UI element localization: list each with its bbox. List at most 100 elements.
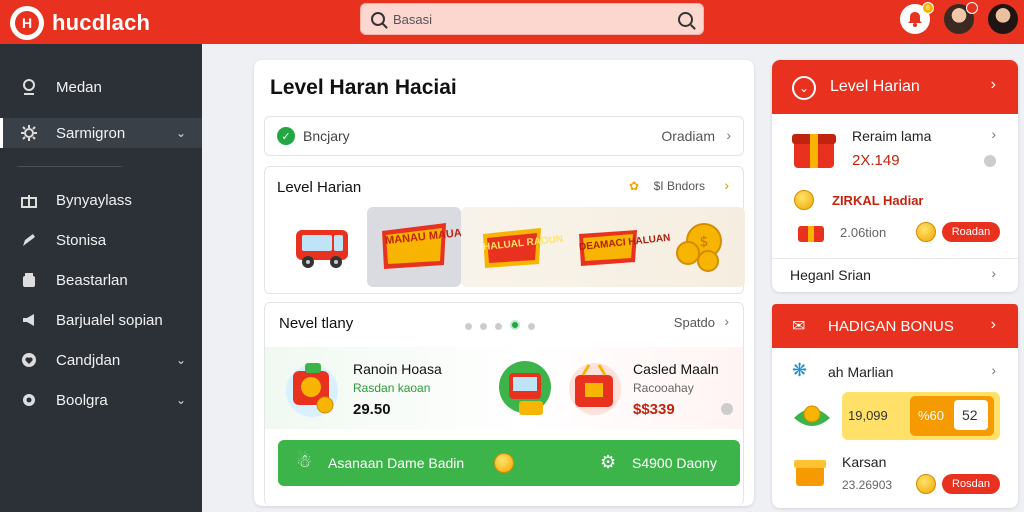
status-label: Bncjary — [303, 128, 350, 144]
chevron-right-icon: › — [724, 177, 729, 193]
sidebar-item-label: Medan — [56, 78, 102, 96]
promo-right-label: S4900 Daony — [632, 455, 717, 471]
shopping-bag-icon — [286, 363, 338, 417]
gear-icon — [20, 124, 38, 142]
info-icon[interactable] — [721, 403, 733, 415]
gift-box-icon[interactable] — [790, 126, 840, 177]
chevron-right-icon[interactable]: › — [991, 126, 996, 142]
chevron-right-icon: › — [724, 313, 729, 329]
avatar[interactable] — [944, 2, 978, 34]
sidebar-item-boolgra[interactable]: Boolgra ⌄ — [0, 385, 202, 415]
item-title: Reraim lama — [852, 128, 932, 144]
avatar-badge-icon — [966, 2, 978, 14]
chevron-down-icon: ⌄ — [175, 126, 186, 140]
pagination-dot[interactable] — [528, 323, 535, 330]
chevron-right-icon: › — [990, 316, 996, 333]
offer-2-icon[interactable] — [499, 355, 555, 424]
logo-text: hucdlach — [52, 10, 151, 35]
sidebar-item-label: Boolgra — [56, 391, 108, 409]
level-section: Level Harian $I Bndors ✿ › MANAU MAUAI H… — [264, 166, 747, 294]
status-row[interactable]: ✓ Bncjary Oradiam › — [264, 116, 744, 156]
logo-mark-icon: H — [10, 6, 44, 40]
item-value: 2X.149 — [852, 152, 900, 169]
item-title: Karsan — [842, 454, 887, 470]
sidebar-divider — [18, 166, 122, 167]
tile-deamaci[interactable]: DEAMACI HALUAN — [561, 207, 671, 287]
footer-link[interactable]: Heganl Srian — [790, 267, 871, 283]
cart-icon — [499, 361, 551, 415]
sidebar-item-medan[interactable]: Medan — [0, 72, 202, 102]
chevron-down-icon: ⌄ — [175, 353, 186, 367]
ticket-icon: ✉ — [792, 318, 806, 335]
check-icon: ✓ — [277, 127, 295, 145]
search-input[interactable]: Basasi — [393, 12, 678, 27]
item-value: 23.26903 — [842, 478, 893, 492]
chevron-right-icon: › — [990, 76, 996, 93]
redeem-button[interactable]: Roadan — [942, 222, 1000, 242]
logo[interactable]: H hucdlach — [10, 6, 150, 40]
location-pin-icon — [20, 78, 38, 96]
tile-coins[interactable]: $ — [653, 207, 747, 287]
pagination-dot[interactable] — [495, 323, 502, 330]
sidebar-item-label: Stonisa — [56, 231, 107, 249]
box-icon — [792, 454, 828, 495]
sparkle-icon: ❋ — [792, 360, 808, 380]
search-bar[interactable]: Basasi — [360, 3, 704, 35]
pagination-dots[interactable] — [461, 317, 539, 335]
right-panel-title: Level Harian — [830, 78, 920, 95]
pagination-dot[interactable] — [510, 320, 520, 330]
bonus-right: 52 — [962, 407, 978, 423]
chevron-down-icon: ⌄ — [175, 393, 186, 407]
offer-1-icon[interactable] — [283, 357, 341, 422]
notification-badge: 6 — [922, 2, 934, 14]
gear-icon: ⚙ — [600, 452, 617, 472]
tile-manual[interactable]: MANAU MAUAI — [367, 207, 465, 287]
promo-banner[interactable]: ☃ Asanaan Dame Badin ⚙ S4900 Daony — [278, 440, 740, 486]
right-panel-header[interactable]: ⌄ Level Harian › — [772, 60, 1018, 114]
sidebar-item-barjualel-sopian[interactable]: Barjualel sopian — [0, 305, 202, 335]
star-icon: ✿ — [628, 179, 639, 193]
redeem-button[interactable]: Rosdan — [942, 474, 1000, 494]
daily-section-title: Nevel tlany — [279, 315, 354, 332]
sidebar-item-beastarlan[interactable]: Beastarlan — [0, 265, 202, 295]
sidebar-item-sarmigron[interactable]: Sarmigron ⌄ — [0, 118, 202, 148]
search-icon — [371, 12, 385, 26]
bonus-header[interactable]: ✉ HADIGAN BONUS › — [772, 304, 1018, 348]
megaphone-icon — [20, 311, 38, 329]
chevron-right-icon[interactable]: › — [991, 362, 996, 378]
avatar[interactable] — [988, 4, 1018, 34]
coin-icon — [794, 190, 814, 210]
coin-icon — [916, 474, 936, 494]
top-bar: H hucdlach Basasi 6 — [0, 0, 1024, 44]
daily-link[interactable]: Spatdo — [674, 315, 715, 330]
gift-icon — [796, 220, 826, 249]
item-title: ZIRKAL Hadiar — [832, 193, 924, 208]
offer-2-price: $$339 — [633, 401, 675, 418]
tile-radium[interactable]: HALUAL RAOUN — [465, 207, 564, 287]
offer-3-icon[interactable] — [567, 359, 625, 422]
bonus-box[interactable]: 19,099 %60 52 — [842, 392, 1000, 440]
person-icon: ☃ — [296, 451, 313, 471]
pencil-icon — [20, 231, 38, 249]
offer-2-title: Casled Maaln — [633, 361, 719, 377]
sidebar-item-label: Barjualel sopian — [56, 311, 163, 329]
status-link[interactable]: Oradiam — [661, 128, 715, 144]
info-icon[interactable] — [984, 155, 996, 167]
level-more-link[interactable]: $I Bndors — [636, 179, 705, 193]
search-submit-icon[interactable] — [678, 11, 693, 27]
notification-icon[interactable]: 6 — [900, 2, 934, 34]
offer-1-subtitle: Rasdan kaoan — [353, 381, 431, 395]
heart-icon — [20, 351, 38, 369]
offer-1-title: Ranoin Hoasa — [353, 361, 442, 377]
pagination-dot[interactable] — [480, 323, 487, 330]
tile-bus[interactable] — [275, 207, 369, 287]
pagination-dot[interactable] — [465, 323, 472, 330]
coins-icon: $ — [676, 223, 722, 272]
sidebar-item-candjdan[interactable]: Candjdan ⌄ — [0, 345, 202, 375]
right-panel-level: ⌄ Level Harian › Reraim lama 2X.149 › ZI… — [772, 60, 1018, 292]
settings-icon — [20, 391, 38, 409]
chevron-down-icon: ⌄ — [792, 76, 816, 100]
sidebar-item-stonisa[interactable]: Stonisa — [0, 225, 202, 255]
offer-1-price: 29.50 — [353, 401, 391, 418]
sidebar-item-bynyaylass[interactable]: Bynyaylass — [0, 185, 202, 215]
